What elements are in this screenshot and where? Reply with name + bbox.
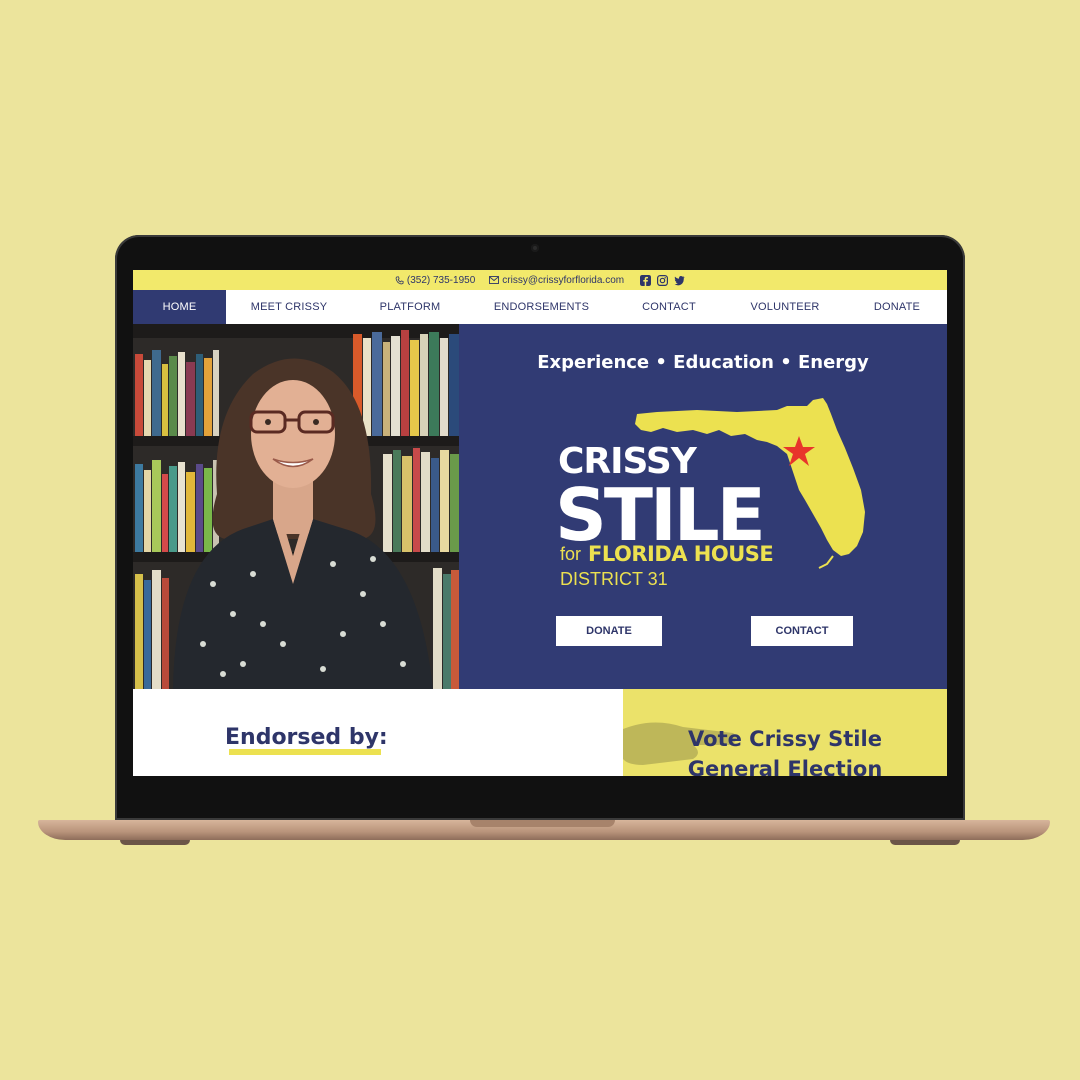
- mail-icon: [489, 276, 500, 284]
- laptop-notch: [470, 820, 615, 827]
- vote-panel: Vote Crissy Stile General Election: [623, 689, 947, 776]
- candidate-photo: [133, 324, 459, 689]
- nav-contact[interactable]: CONTACT: [615, 290, 723, 324]
- endorsed-title: Endorsed by:: [225, 725, 388, 750]
- laptop-screen: (352) 735-1950 crissy@crissyforflorida.c…: [133, 270, 947, 776]
- vote-subheading: General Election: [687, 757, 883, 776]
- facebook-icon[interactable]: [640, 274, 652, 286]
- contact-button[interactable]: CONTACT: [751, 616, 853, 646]
- phone-link[interactable]: (352) 735-1950: [395, 275, 475, 286]
- email-link[interactable]: crissy@crissyforflorida.com: [489, 275, 624, 286]
- phone-icon: [395, 275, 404, 284]
- phone-text: (352) 735-1950: [406, 274, 476, 286]
- contact-bar: (352) 735-1950 crissy@crissyforflorida.c…: [133, 270, 947, 290]
- logo-district: DISTRICT 31: [560, 569, 668, 589]
- laptop-foot-left: [120, 840, 190, 845]
- webcam: [531, 244, 539, 252]
- vote-heading: Vote Crissy Stile: [688, 727, 882, 751]
- laptop-foot-right: [890, 840, 960, 845]
- lower-section: Endorsed by: Vote Crissy Stile General E…: [133, 689, 947, 776]
- logo-for: for: [560, 544, 582, 564]
- main-nav: HOME MEET CRISSY PLATFORM ENDORSEMENTS C…: [133, 290, 947, 324]
- nav-home[interactable]: HOME: [133, 290, 226, 324]
- nav-endorsements[interactable]: ENDORSEMENTS: [468, 290, 615, 324]
- nav-donate[interactable]: DONATE: [847, 290, 947, 324]
- donate-button[interactable]: DONATE: [556, 616, 662, 646]
- social-links: [640, 274, 685, 286]
- email-text: crissy@crissyforflorida.com: [502, 274, 625, 286]
- nav-platform[interactable]: PLATFORM: [352, 290, 468, 324]
- instagram-icon[interactable]: [657, 274, 669, 286]
- tagline: Experience • Education • Energy: [537, 352, 869, 373]
- twitter-icon[interactable]: [674, 275, 685, 286]
- logo-office: FLORIDA HOUSE: [588, 542, 774, 566]
- hero-section: Experience • Education • Energy CRISSY S…: [133, 324, 947, 689]
- candidate-photo-illustration: [133, 324, 459, 689]
- endorsements-panel: Endorsed by:: [133, 689, 623, 776]
- nav-meet-crissy[interactable]: MEET CRISSY: [226, 290, 352, 324]
- logo-last-name: STILE: [555, 473, 766, 557]
- hero-panel: Experience • Education • Energy CRISSY S…: [459, 324, 947, 689]
- nav-volunteer[interactable]: VOLUNTEER: [723, 290, 847, 324]
